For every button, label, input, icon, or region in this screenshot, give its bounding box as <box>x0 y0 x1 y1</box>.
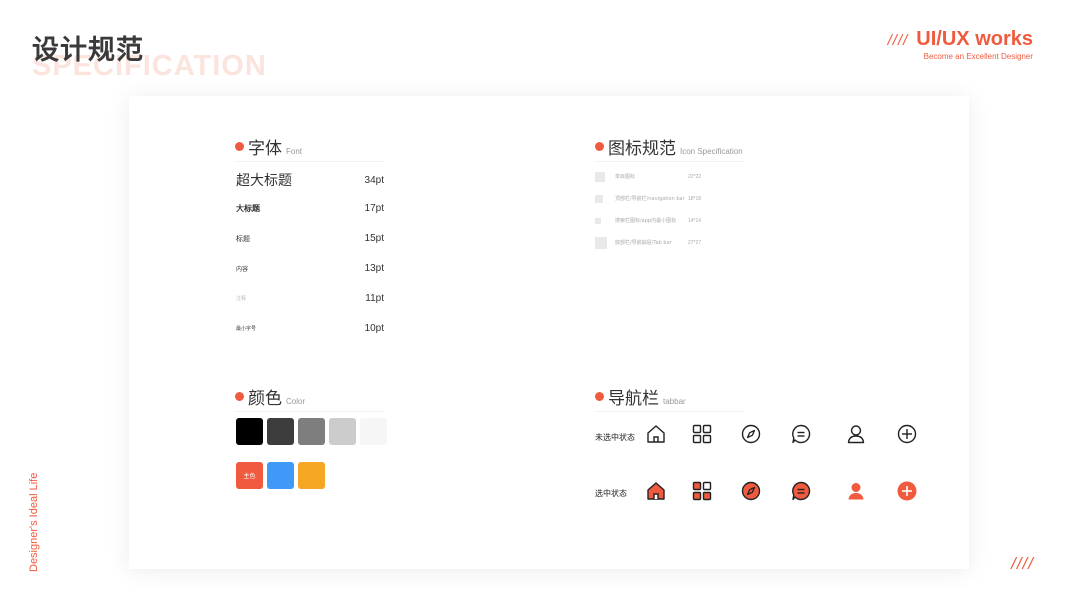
font-row-name: 超大标题 <box>236 173 292 189</box>
icon-spec-size: 18*18 <box>688 195 702 202</box>
brand-name: UI/UX works <box>916 28 1033 50</box>
font-section-subtitle: Font <box>286 147 303 156</box>
font-row-size: 17pt <box>364 203 384 214</box>
color-section-title: 颜色 <box>248 389 282 409</box>
gray-swatch <box>267 418 294 445</box>
font-row: 大标题 17pt <box>236 203 384 214</box>
font-row-size: 10pt <box>364 323 384 334</box>
font-row: 注释 11pt <box>236 293 384 304</box>
icon-spec-desc: 单目图标 <box>615 174 636 180</box>
font-row-name: 内容 <box>236 266 249 273</box>
gray-swatch <box>329 418 356 445</box>
divider <box>235 161 385 162</box>
tabbar-section-subtitle: tabbar <box>663 397 686 406</box>
divider <box>595 161 745 162</box>
tabbar-section-title: 导航栏 <box>608 389 659 409</box>
plus-active-icon[interactable] <box>896 480 918 502</box>
font-row-name: 最小字号 <box>236 326 257 332</box>
brand-swatch-blue <box>267 462 294 489</box>
section-dot-icon <box>235 142 244 151</box>
font-section-title: 字体 <box>248 139 282 159</box>
font-row-name: 大标题 <box>236 204 260 213</box>
gray-swatch <box>360 418 387 445</box>
brand-swatch-primary: 主色 <box>236 462 263 489</box>
plus-icon[interactable] <box>896 423 918 445</box>
font-row-size: 34pt <box>364 174 384 186</box>
icon-size-sample-icon <box>595 194 603 203</box>
icon-spec-size: 27*27 <box>688 239 702 246</box>
section-dot-icon <box>595 392 604 401</box>
color-section-subtitle: Color <box>286 397 306 406</box>
brand-tagline: Become an Excellent Designer <box>923 52 1033 61</box>
divider <box>235 411 385 412</box>
icon-spec-row: 搜索栏图标/app内最小图标 14*14 <box>595 217 701 224</box>
font-row: 最小字号 10pt <box>236 323 384 334</box>
brand-slashes: //// <box>887 32 909 49</box>
icon-spec-row: 顶部栏/导航栏/navigation bar 18*18 <box>595 194 701 203</box>
icon-spec-desc: 搜索栏图标/app内最小图标 <box>615 218 677 224</box>
gray-swatch <box>298 418 325 445</box>
spec-card: 字体 Font 超大标题 34pt 大标题 17pt 标题 15pt 内容 13… <box>129 96 969 569</box>
message-icon[interactable] <box>790 423 812 445</box>
font-row: 内容 13pt <box>236 263 384 274</box>
font-row-name: 标题 <box>236 234 250 243</box>
icon-size-sample-icon <box>595 217 601 224</box>
selected-state-label: 选中状态 <box>595 489 627 498</box>
compass-active-icon[interactable] <box>740 480 762 502</box>
unselected-state-label: 未选中状态 <box>595 433 635 442</box>
icon-section-header: 图标规范 Icon Specification <box>595 134 743 159</box>
tabbar-section-header: 导航栏 tabbar <box>595 384 686 409</box>
icon-spec-size: 14*14 <box>688 217 702 224</box>
grid-icon[interactable] <box>691 423 713 445</box>
font-row-size: 11pt <box>365 293 384 304</box>
icon-section-title: 图标规范 <box>608 139 676 159</box>
message-active-icon[interactable] <box>790 480 812 502</box>
user-active-icon[interactable] <box>845 480 867 502</box>
font-section-header: 字体 Font <box>235 134 302 159</box>
color-section-header: 颜色 Color <box>235 384 305 409</box>
brand-block: //// UI/UX works Become an Excellent Des… <box>888 28 1033 61</box>
font-row: 超大标题 34pt <box>236 170 384 190</box>
font-row-name: 注释 <box>236 296 247 302</box>
section-dot-icon <box>235 392 244 401</box>
side-vertical-text: Designer's Ideal Life <box>28 472 40 572</box>
grid-active-icon[interactable] <box>691 480 713 502</box>
divider <box>595 411 745 412</box>
compass-icon[interactable] <box>740 423 762 445</box>
primary-color-label: 主色 <box>243 473 256 480</box>
icon-size-sample-icon <box>595 171 605 182</box>
home-active-icon[interactable] <box>645 480 667 502</box>
icon-spec-desc: 顶部栏/导航栏/navigation bar <box>615 196 685 202</box>
user-icon[interactable] <box>845 423 867 445</box>
icon-section-subtitle: Icon Specification <box>680 147 743 156</box>
brand-swatch-yellow <box>298 462 325 489</box>
font-row-size: 13pt <box>364 263 384 274</box>
corner-slashes: //// <box>1011 554 1034 573</box>
icon-spec-row: 单目图标 22*22 <box>595 171 701 182</box>
font-row: 标题 15pt <box>236 233 384 244</box>
font-row-size: 15pt <box>364 233 384 244</box>
icon-spec-row: 底部栏/导航抽屉/Tab bar 27*27 <box>595 236 701 249</box>
icon-spec-desc: 底部栏/导航抽屉/Tab bar <box>615 240 672 246</box>
gray-swatch <box>236 418 263 445</box>
section-dot-icon <box>595 142 604 151</box>
home-icon[interactable] <box>645 423 667 445</box>
icon-spec-size: 22*22 <box>688 173 702 180</box>
page-title: 设计规范 <box>32 35 144 66</box>
icon-size-sample-icon <box>595 236 607 249</box>
